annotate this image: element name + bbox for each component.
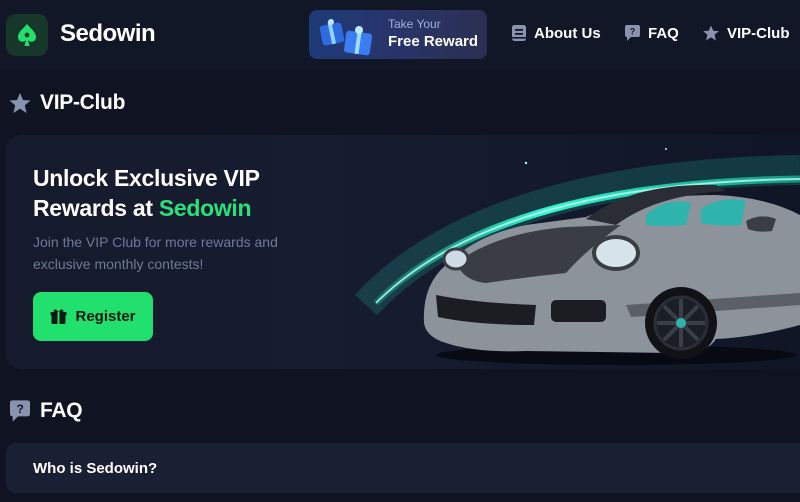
faq-item[interactable]: Who is Sedowin? — [6, 443, 800, 493]
nav-vip-club-label: VIP-Club — [727, 24, 790, 42]
star-icon — [703, 25, 719, 41]
nav-vip-club[interactable]: VIP-Club — [702, 24, 790, 42]
vip-hero-banner: Unlock Exclusive VIP Rewards at Sedowin … — [6, 135, 800, 369]
brand-name[interactable]: Sedowin — [60, 20, 156, 48]
hero-title-line2: Rewards at Sedowin — [33, 193, 303, 223]
question-chat-icon: ? — [625, 25, 640, 41]
nav-about-us[interactable]: About Us — [511, 24, 601, 42]
svg-text:?: ? — [630, 27, 636, 37]
star-icon — [9, 93, 31, 113]
free-reward-button[interactable]: Take Your Free Reward — [309, 10, 487, 59]
hero-subtitle: Join the VIP Club for more rewards and e… — [33, 234, 278, 272]
nav-faq[interactable]: ? FAQ — [624, 24, 679, 42]
vip-section-title: VIP-Club — [8, 91, 125, 115]
hero-title-accent: Sedowin — [158, 195, 252, 221]
gift-icon — [50, 309, 67, 324]
hero-title: Unlock Exclusive VIP Rewards at Sedowin — [33, 163, 303, 223]
vip-section-heading: VIP-Club — [40, 91, 126, 114]
faq-section-heading: FAQ — [40, 399, 83, 422]
reward-label: Free Reward — [388, 33, 479, 50]
svg-text:?: ? — [17, 402, 24, 416]
faq-section-title: ? FAQ — [8, 399, 83, 423]
question-chat-icon: ? — [10, 400, 30, 422]
gift-boxes-icon — [319, 19, 373, 56]
register-button[interactable]: Register — [33, 292, 153, 341]
reward-caption: Take Your — [388, 17, 441, 31]
register-label: Register — [75, 308, 136, 325]
sports-car-image — [423, 184, 800, 365]
spade-logo-icon — [18, 24, 36, 46]
hero-title-prefix: Rewards at — [33, 195, 159, 221]
logo[interactable] — [6, 14, 48, 56]
faq-question: Who is Sedowin? — [33, 460, 158, 477]
nav-faq-label: FAQ — [648, 24, 679, 42]
nav-about-us-label: About Us — [534, 24, 601, 42]
book-icon — [512, 25, 526, 41]
top-header: Sedowin Take Your Free Reward About Us ?… — [0, 0, 800, 70]
hero-title-line1: Unlock Exclusive VIP — [33, 165, 260, 191]
